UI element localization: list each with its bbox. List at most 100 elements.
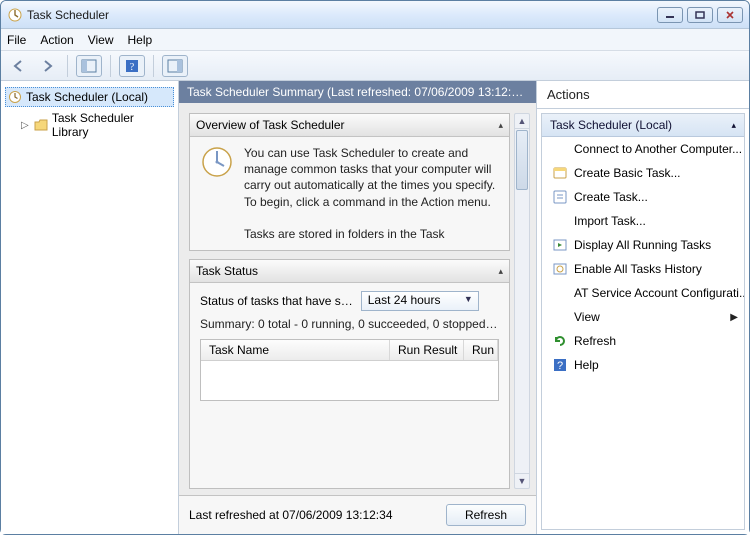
refresh-button-label: Refresh <box>465 508 507 522</box>
overview-panel-header[interactable]: Overview of Task Scheduler ▴ <box>190 114 509 137</box>
collapse-icon[interactable]: ▴ <box>731 120 736 131</box>
help-toolbar-button[interactable]: ? <box>119 55 145 77</box>
toolbar-separator <box>67 55 68 77</box>
blank-icon <box>552 285 568 301</box>
overview-title: Overview of Task Scheduler <box>196 118 345 132</box>
action-label: Create Basic Task... <box>574 166 681 180</box>
task-status-header[interactable]: Task Status ▴ <box>190 260 509 283</box>
col-run[interactable]: Run <box>464 340 498 360</box>
actions-pane: Actions Task Scheduler (Local) ▴ Connect… <box>537 81 749 534</box>
running-icon <box>552 237 568 253</box>
clock-large-icon <box>200 145 234 242</box>
center-footer: Last refreshed at 07/06/2009 13:12:34 Re… <box>179 495 536 534</box>
status-range-label: Status of tasks that have s… <box>200 294 353 308</box>
status-range-value: Last 24 hours <box>368 293 441 307</box>
action-create-task[interactable]: Create Task... <box>542 185 744 209</box>
blank-icon <box>552 141 568 157</box>
last-refreshed-label: Last refreshed at 07/06/2009 13:12:34 <box>189 508 393 522</box>
show-hide-tree-button[interactable] <box>76 55 102 77</box>
actions-body: Task Scheduler (Local) ▴ Connect to Anot… <box>541 113 745 530</box>
status-range-select[interactable]: Last 24 hours <box>361 291 479 311</box>
action-create-basic[interactable]: Create Basic Task... <box>542 161 744 185</box>
window-title: Task Scheduler <box>27 8 109 22</box>
actions-title: Actions <box>537 81 749 109</box>
action-label: AT Service Account Configurati... <box>574 286 744 300</box>
svg-text:?: ? <box>557 360 563 372</box>
workspace: Task Scheduler (Local) ▷ Task Scheduler … <box>1 81 749 534</box>
scroll-up-icon[interactable]: ▲ <box>515 114 529 129</box>
tree-pane: Task Scheduler (Local) ▷ Task Scheduler … <box>1 81 179 534</box>
task-status-panel: Task Status ▴ Status of tasks that have … <box>189 259 510 489</box>
action-label: Refresh <box>574 334 616 348</box>
blank-icon <box>552 213 568 229</box>
maximize-button[interactable] <box>687 7 713 23</box>
center-pane: Task Scheduler Summary (Last refreshed: … <box>179 81 537 534</box>
scroll-thumb[interactable] <box>516 130 528 190</box>
tree-root-item[interactable]: Task Scheduler (Local) <box>5 87 174 107</box>
titlebar: Task Scheduler <box>1 1 749 29</box>
history-icon <box>552 261 568 277</box>
tree-library-label: Task Scheduler Library <box>52 111 172 139</box>
toolbar-separator <box>110 55 111 77</box>
toolbar: ? <box>1 51 749 81</box>
status-summary: Summary: 0 total - 0 running, 0 succeede… <box>190 315 509 339</box>
action-label: View <box>574 310 600 324</box>
tree-root-label: Task Scheduler (Local) <box>26 90 148 104</box>
action-label: Create Task... <box>574 190 648 204</box>
action-enable-history[interactable]: Enable All Tasks History <box>542 257 744 281</box>
center-scrollbar[interactable]: ▲ ▼ <box>514 113 530 489</box>
toolbar-separator <box>153 55 154 77</box>
overview-body-text: You can use Task Scheduler to create and… <box>244 146 495 209</box>
action-import[interactable]: Import Task... <box>542 209 744 233</box>
task-icon <box>552 189 568 205</box>
collapse-icon[interactable]: ▴ <box>498 266 503 277</box>
overview-panel: Overview of Task Scheduler ▴ You can use… <box>189 113 510 251</box>
action-display-running[interactable]: Display All Running Tasks <box>542 233 744 257</box>
action-help[interactable]: ? Help <box>542 353 744 377</box>
task-table-header: Task Name Run Result Run <box>201 340 498 361</box>
action-view[interactable]: View ▶ <box>542 305 744 329</box>
clock-icon <box>8 90 22 104</box>
menu-action[interactable]: Action <box>40 33 73 47</box>
task-table: Task Name Run Result Run <box>200 339 499 401</box>
folder-icon <box>34 119 48 131</box>
actions-list: Connect to Another Computer... Create Bas… <box>542 137 744 377</box>
action-label: Enable All Tasks History <box>574 262 702 276</box>
col-run-result[interactable]: Run Result <box>390 340 464 360</box>
minimize-button[interactable] <box>657 7 683 23</box>
chevron-right-icon: ▶ <box>730 312 738 323</box>
tree-library-item[interactable]: ▷ Task Scheduler Library <box>5 109 174 141</box>
action-at-service[interactable]: AT Service Account Configurati... <box>542 281 744 305</box>
app-icon <box>7 7 23 23</box>
action-label: Import Task... <box>574 214 646 228</box>
menu-help[interactable]: Help <box>128 33 153 47</box>
menu-view[interactable]: View <box>88 33 114 47</box>
forward-button[interactable] <box>35 55 59 77</box>
action-label: Help <box>574 358 599 372</box>
actions-group-header[interactable]: Task Scheduler (Local) ▴ <box>542 114 744 137</box>
back-button[interactable] <box>7 55 31 77</box>
col-task-name[interactable]: Task Name <box>201 340 390 360</box>
blank-icon <box>552 309 568 325</box>
refresh-icon <box>552 333 568 349</box>
menubar: File Action View Help <box>1 29 749 51</box>
task-status-title: Task Status <box>196 264 258 278</box>
close-button[interactable] <box>717 7 743 23</box>
menu-file[interactable]: File <box>7 33 26 47</box>
svg-text:?: ? <box>130 62 135 73</box>
expand-icon[interactable]: ▷ <box>21 120 30 131</box>
overview-text: You can use Task Scheduler to create and… <box>244 145 499 242</box>
actions-group-label: Task Scheduler (Local) <box>550 118 672 132</box>
scroll-down-icon[interactable]: ▼ <box>515 473 529 488</box>
action-label: Display All Running Tasks <box>574 238 711 252</box>
refresh-button[interactable]: Refresh <box>446 504 526 526</box>
summary-header: Task Scheduler Summary (Last refreshed: … <box>179 81 536 103</box>
collapse-icon[interactable]: ▴ <box>498 120 503 131</box>
basic-icon <box>552 165 568 181</box>
action-connect[interactable]: Connect to Another Computer... <box>542 137 744 161</box>
help-icon: ? <box>552 357 568 373</box>
show-hide-action-button[interactable] <box>162 55 188 77</box>
action-refresh[interactable]: Refresh <box>542 329 744 353</box>
action-label: Connect to Another Computer... <box>574 142 742 156</box>
overview-body-more: Tasks are stored in folders in the Task <box>244 227 445 241</box>
